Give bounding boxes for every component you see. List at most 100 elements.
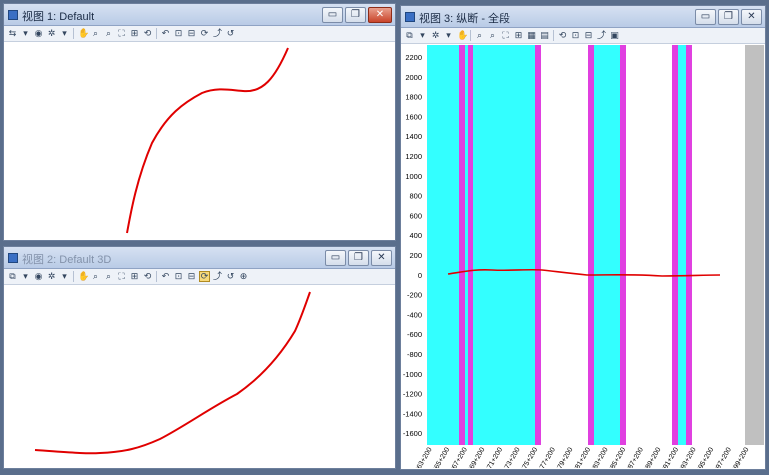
minimize-button[interactable]: ▭ (325, 250, 346, 266)
toolbar-tool-icon[interactable]: ⊟ (186, 271, 197, 282)
toolbar-separator (156, 28, 157, 39)
toolbar-tool-icon[interactable]: ⤴ (596, 30, 607, 41)
3d-view-window[interactable]: 视图 2: Default 3D ▭ ❐ ✕ ⧉ ▾ ◉ ✲ ▾ ✋ ⌕ ⌕ ⛶ ⊞ ⟲ ↶ ⊡ ⊟ ⟳ ⤴ ↺… (3, 246, 396, 469)
3d-view-titlebar[interactable]: 视图 2: Default 3D ▭ ❐ ✕ (4, 247, 395, 269)
toolbar-tool-icon[interactable]: ⇆ (7, 28, 18, 39)
toolbar-tool-icon[interactable]: ⟲ (142, 28, 153, 39)
toolbar-tool-icon[interactable]: ⌕ (103, 271, 114, 282)
toolbar-tool-icon[interactable]: ⛶ (116, 28, 127, 39)
profile-view-titlebar[interactable]: 视图 3: 纵断 - 全段 ▭ ❐ ✕ (401, 6, 765, 28)
profile-band-cyan (427, 45, 459, 445)
toolbar-tool-icon[interactable]: ↺ (225, 28, 236, 39)
toolbar-tool-icon[interactable]: ▦ (526, 30, 537, 41)
profile-y-tick-label: 2200 (405, 53, 422, 62)
toolbar-tool-icon[interactable]: ◉ (33, 28, 44, 39)
close-button[interactable]: ✕ (368, 7, 392, 23)
toolbar-tool-icon[interactable]: ↶ (160, 28, 171, 39)
toolbar-tool-icon[interactable]: ⧉ (7, 271, 18, 282)
toolbar-tool-icon[interactable]: ⊡ (173, 28, 184, 39)
toolbar-tool-icon[interactable]: ▣ (609, 30, 620, 41)
profile-y-tick-label: 600 (409, 211, 422, 220)
profile-x-tick-label: 297+200 (713, 446, 733, 468)
profile-x-tick-label: 293+200 (678, 446, 698, 468)
toolbar-separator (156, 271, 157, 282)
toolbar-tool-icon[interactable]: ⛶ (500, 30, 511, 41)
toolbar-tool-icon[interactable]: ⊟ (186, 28, 197, 39)
3d-view-toolbar: ⧉ ▾ ◉ ✲ ▾ ✋ ⌕ ⌕ ⛶ ⊞ ⟲ ↶ ⊡ ⊟ ⟳ ⤴ ↺ ⊕ (4, 269, 395, 285)
toolbar-tool-icon[interactable]: ✋ (77, 28, 89, 39)
profile-band-cyan (678, 45, 686, 445)
profile-x-tick-label: 291+200 (660, 446, 680, 468)
view-app-icon (8, 253, 18, 263)
profile-view-canvas[interactable]: 2200 2000 1800 1600 1400 1200 1000 800 600 400 200… (402, 45, 764, 468)
profile-y-tick-label: 1600 (405, 112, 422, 121)
toolbar-tool-icon[interactable]: ⌕ (90, 28, 101, 39)
toolbar-tool-icon[interactable]: ⟲ (557, 30, 568, 41)
toolbar-tool-icon[interactable]: ⛶ (116, 271, 127, 282)
plan-view-titlebar[interactable]: 视图 1: Default ▭ ❐ ✕ (4, 4, 395, 26)
profile-y-tick-label: -1000 (403, 370, 422, 379)
plan-view-canvas[interactable] (5, 43, 394, 239)
close-button[interactable]: ✕ (371, 250, 392, 266)
3d-alignment-curve (34, 291, 311, 455)
minimize-button[interactable]: ▭ (322, 7, 343, 23)
minimize-button[interactable]: ▭ (695, 9, 716, 25)
profile-y-tick-label: 1000 (405, 172, 422, 181)
toolbar-tool-icon[interactable]: ⊞ (513, 30, 524, 41)
toolbar-tool-icon[interactable]: ⊟ (583, 30, 594, 41)
view-app-icon (8, 10, 18, 20)
plan-view-title: 视图 1: Default (22, 11, 95, 23)
toolbar-tool-icon[interactable]: ▾ (59, 28, 70, 39)
3d-view-canvas[interactable] (5, 286, 394, 467)
toolbar-tool-icon[interactable]: ✲ (430, 30, 441, 41)
toolbar-separator (73, 271, 74, 282)
profile-x-tick-label: 265+200 (432, 446, 452, 468)
toolbar-tool-icon[interactable]: ⊞ (129, 271, 140, 282)
toolbar-tool-icon[interactable]: ✋ (456, 30, 468, 41)
profile-x-tick-label: 275+200 (520, 446, 540, 468)
toolbar-tool-icon[interactable]: ✲ (46, 271, 57, 282)
toolbar-tool-icon[interactable]: ⤴ (212, 271, 223, 282)
toolbar-tool-icon[interactable]: ⟳ (199, 28, 210, 39)
toolbar-tool-icon[interactable]: ↺ (225, 271, 236, 282)
toolbar-tool-icon[interactable]: ⊡ (570, 30, 581, 41)
toolbar-tool-icon[interactable]: ⊕ (238, 271, 249, 282)
profile-x-tick-label: 283+200 (590, 446, 610, 468)
profile-y-tick-label: 200 (409, 251, 422, 260)
toolbar-tool-icon[interactable]: ✲ (46, 28, 57, 39)
restore-button[interactable]: ❐ (345, 7, 366, 23)
restore-button[interactable]: ❐ (718, 9, 739, 25)
plan-view-window[interactable]: 视图 1: Default ▭ ❐ ✕ ⇆ ▾ ◉ ✲ ▾ ✋ ⌕ ⌕ ⛶ ⊞ ⟲ ↶ ⊡ ⊟ ⟳ ⤴ ↺ (3, 3, 396, 241)
toolbar-tool-icon[interactable]: ▾ (20, 28, 31, 39)
toolbar-tool-icon[interactable]: ⊡ (173, 271, 184, 282)
toolbar-tool-icon[interactable]: ▾ (443, 30, 454, 41)
profile-end-gray-bar (745, 45, 764, 445)
toolbar-tool-icon[interactable]: ▤ (539, 30, 550, 41)
toolbar-tool-icon[interactable]: ⌕ (103, 28, 114, 39)
plan-alignment-curve (126, 47, 289, 234)
profile-y-tick-label: -400 (407, 310, 422, 319)
profile-view-window[interactable]: 视图 3: 纵断 - 全段 ▭ ❐ ✕ ⧉ ▾ ✲ ▾ ✋ ⌕ ⌕ ⛶ ⊞ ▦ ▤ ⟲ ⊡ ⊟ ⤴ ▣ 220… (400, 5, 766, 470)
close-button[interactable]: ✕ (741, 9, 762, 25)
profile-x-tick-label: 273+200 (502, 446, 522, 468)
profile-y-tick-label: -1200 (403, 390, 422, 399)
toolbar-separator (470, 30, 471, 41)
toolbar-tool-icon[interactable]: ⟲ (142, 271, 153, 282)
toolbar-tool-icon[interactable]: ⟳ (199, 271, 210, 282)
profile-view-title: 视图 3: 纵断 - 全段 (419, 13, 511, 25)
toolbar-tool-icon[interactable]: ⌕ (487, 30, 498, 41)
profile-y-tick-label: 0 (418, 271, 422, 280)
toolbar-tool-icon[interactable]: ⌕ (90, 271, 101, 282)
toolbar-tool-icon[interactable]: ⤴ (212, 28, 223, 39)
toolbar-tool-icon[interactable]: ↶ (160, 271, 171, 282)
restore-button[interactable]: ❐ (348, 250, 369, 266)
toolbar-tool-icon[interactable]: ✋ (77, 271, 89, 282)
toolbar-tool-icon[interactable]: ◉ (33, 271, 44, 282)
toolbar-tool-icon[interactable]: ▾ (59, 271, 70, 282)
toolbar-tool-icon[interactable]: ▾ (417, 30, 428, 41)
profile-chart: 2200200018001600140012001000800600400200… (403, 45, 764, 468)
toolbar-tool-icon[interactable]: ⌕ (474, 30, 485, 41)
toolbar-tool-icon[interactable]: ⧉ (404, 30, 415, 41)
toolbar-tool-icon[interactable]: ⊞ (129, 28, 140, 39)
toolbar-tool-icon[interactable]: ▾ (20, 271, 31, 282)
